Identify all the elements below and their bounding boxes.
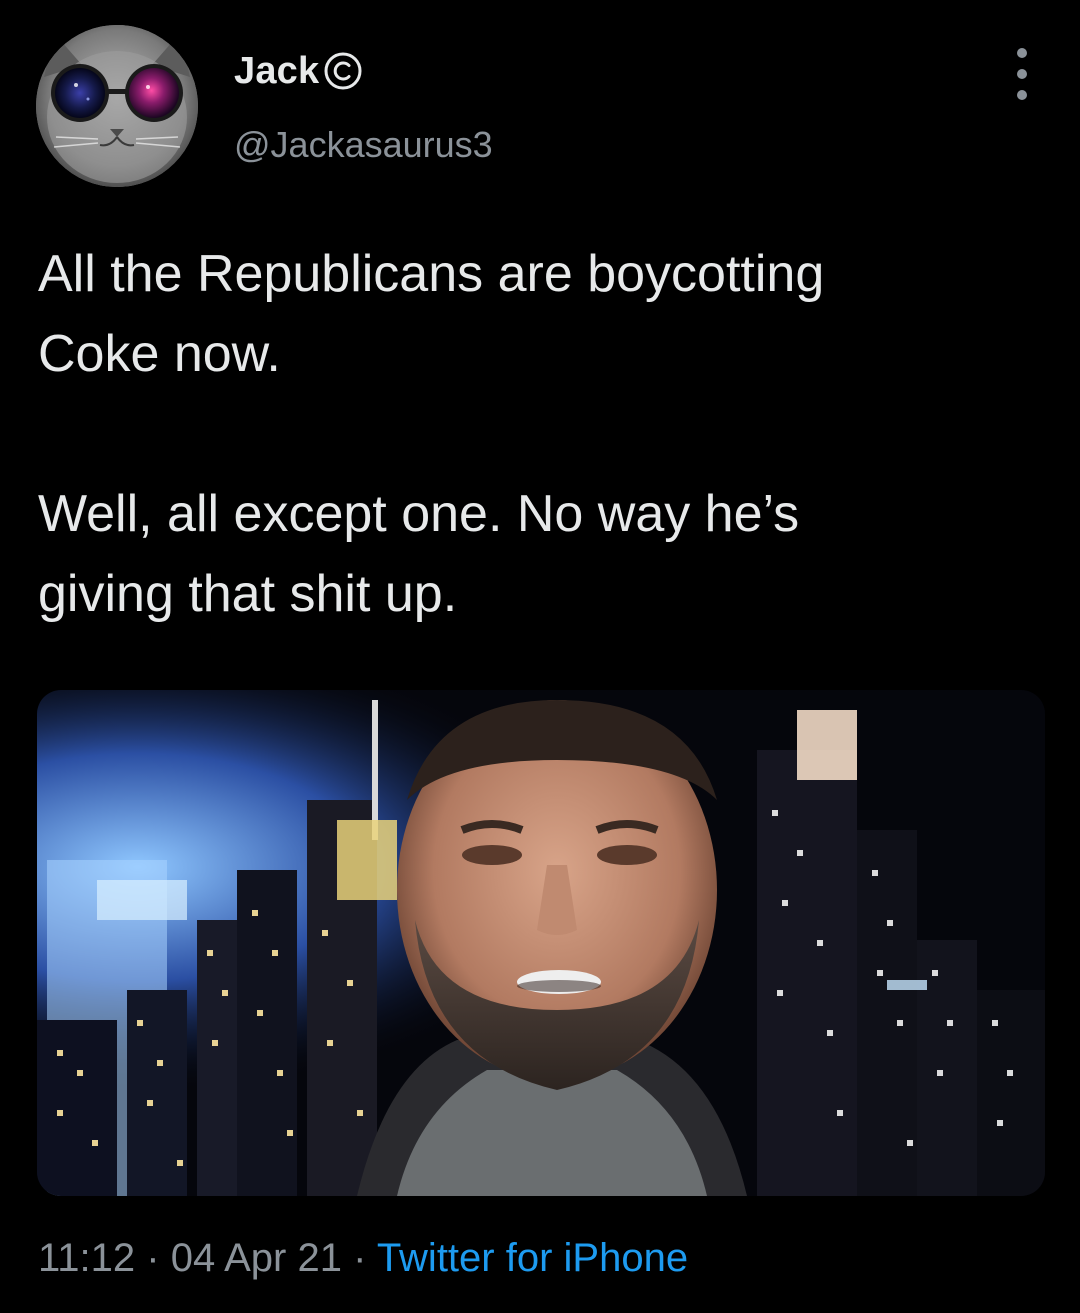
meta-separator: ·: [353, 1236, 367, 1280]
tweet-source-link[interactable]: Twitter for iPhone: [377, 1236, 688, 1280]
meta-separator: ·: [146, 1236, 160, 1280]
avatar[interactable]: [36, 25, 198, 187]
tweet-media-photo[interactable]: [37, 690, 1045, 1196]
photo-city-night-man-icon: [37, 690, 1045, 1196]
more-dot: [1017, 69, 1027, 79]
author-name-row[interactable]: Jack: [234, 46, 363, 96]
more-dot: [1017, 90, 1027, 100]
tweet-text-paragraph-2: Well, all except one. No way he’s giving…: [38, 485, 800, 623]
tweet: Jack @Jackasaurus3 All the Republicans a…: [0, 0, 1080, 1313]
tweet-date[interactable]: 04 Apr 21: [171, 1236, 342, 1280]
tweet-text-spacer: [38, 405, 52, 463]
more-dot: [1017, 48, 1027, 58]
tweet-text-paragraph-1: All the Republicans are boycotting Coke …: [38, 245, 825, 383]
tweet-text: All the Republicans are boycotting Coke …: [38, 234, 1048, 634]
display-name[interactable]: Jack: [234, 50, 319, 93]
tweet-meta: 11:12 · 04 Apr 21 · Twitter for iPhone: [38, 1236, 688, 1281]
cat-avatar-icon: [36, 25, 198, 187]
tweet-time[interactable]: 11:12: [38, 1236, 135, 1280]
more-vertical-icon[interactable]: [1000, 48, 1044, 100]
user-handle[interactable]: @Jackasaurus3: [234, 124, 493, 166]
copyright-icon: [323, 51, 363, 91]
